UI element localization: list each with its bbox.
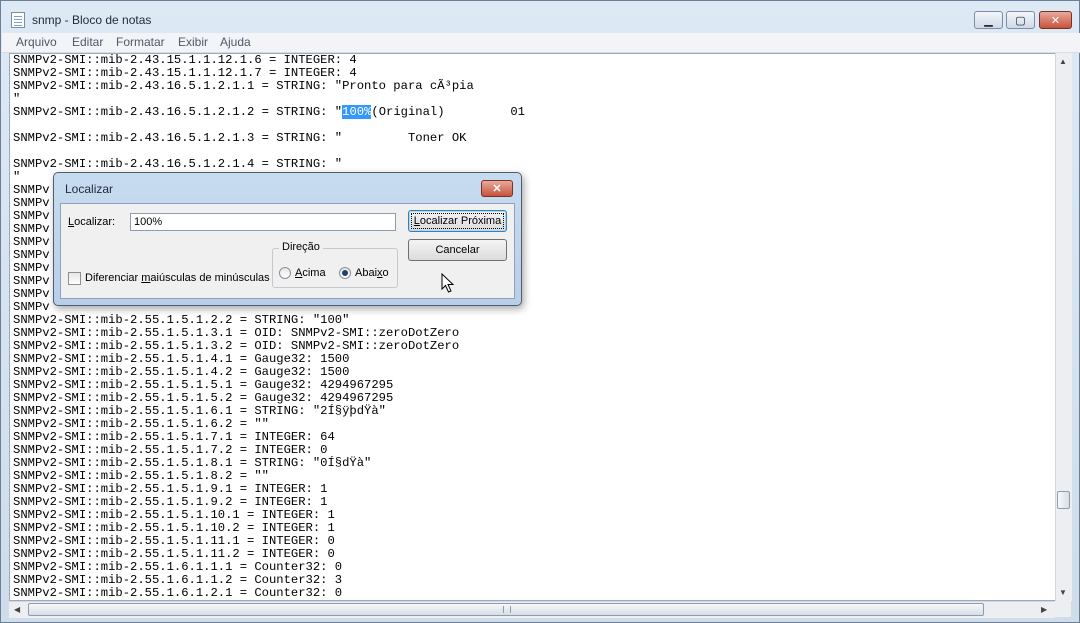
close-icon: ✕ xyxy=(1050,14,1061,27)
match-case-label[interactable]: Diferenciar maiúsculas de minúsculas xyxy=(85,272,270,284)
minimize-icon: ▁ xyxy=(984,14,993,27)
menu-bar: Arquivo Editar Formatar Exibir Ajuda xyxy=(2,33,1080,53)
menu-ajuda[interactable]: Ajuda xyxy=(220,35,251,49)
radio-down-label[interactable]: Abaixo xyxy=(355,267,389,279)
radio-down[interactable] xyxy=(339,267,351,279)
maximize-icon: ▢ xyxy=(1015,14,1026,27)
find-next-button[interactable]: Localizar Próxima xyxy=(408,210,507,232)
menu-editar[interactable]: Editar xyxy=(72,35,103,49)
cancel-button[interactable]: Cancelar xyxy=(408,239,507,261)
menu-formatar[interactable]: Formatar xyxy=(116,35,165,49)
close-button[interactable]: ✕ xyxy=(1039,11,1072,29)
horizontal-scroll-thumb[interactable] xyxy=(28,603,984,616)
find-label: Localizar: xyxy=(68,216,116,228)
editor-text[interactable]: SNMPv2-SMI::mib-2.43.15.1.1.12.1.6 = INT… xyxy=(13,54,525,600)
menu-arquivo[interactable]: Arquivo xyxy=(16,35,57,49)
horizontal-scrollbar[interactable]: ◀ ▶ xyxy=(9,601,1055,618)
scroll-left-icon[interactable]: ◀ xyxy=(14,605,20,614)
match-case-checkbox[interactable] xyxy=(68,272,81,285)
notepad-window: snmp - Bloco de notas ▁ ▢ ✕ Arquivo Edit… xyxy=(0,0,1080,623)
scroll-down-icon[interactable]: ▼ xyxy=(1059,588,1067,597)
direction-label: Direção xyxy=(279,241,323,253)
scroll-grip-icon xyxy=(503,606,511,613)
direction-group: Direção Acima Abaixo xyxy=(272,241,398,288)
minimize-button[interactable]: ▁ xyxy=(974,11,1003,29)
scroll-up-icon[interactable]: ▲ xyxy=(1059,57,1067,66)
radio-up[interactable] xyxy=(279,267,291,279)
size-grip[interactable] xyxy=(1055,601,1071,617)
scroll-right-icon[interactable]: ▶ xyxy=(1041,605,1047,614)
close-icon: ✕ xyxy=(492,183,502,195)
selected-text: 100% xyxy=(342,105,372,119)
radio-up-label[interactable]: Acima xyxy=(295,267,326,279)
maximize-button[interactable]: ▢ xyxy=(1006,11,1035,29)
text-editor[interactable]: SNMPv2-SMI::mib-2.43.15.1.1.12.1.6 = INT… xyxy=(9,53,1071,601)
find-dialog-close-button[interactable]: ✕ xyxy=(481,180,513,197)
find-dialog-title: Localizar xyxy=(65,182,114,196)
menu-exibir[interactable]: Exibir xyxy=(178,35,208,49)
text-after-selection: (Original) 01 xyxy=(371,105,525,119)
window-title: snmp - Bloco de notas xyxy=(32,13,152,27)
vertical-scroll-thumb[interactable] xyxy=(1057,491,1070,509)
mouse-cursor-icon xyxy=(441,273,455,293)
title-bar[interactable]: snmp - Bloco de notas ▁ ▢ ✕ xyxy=(1,1,1079,33)
notepad-icon xyxy=(11,12,25,28)
vertical-scrollbar[interactable]: ▲ ▼ xyxy=(1055,53,1072,601)
find-input[interactable] xyxy=(130,213,396,231)
